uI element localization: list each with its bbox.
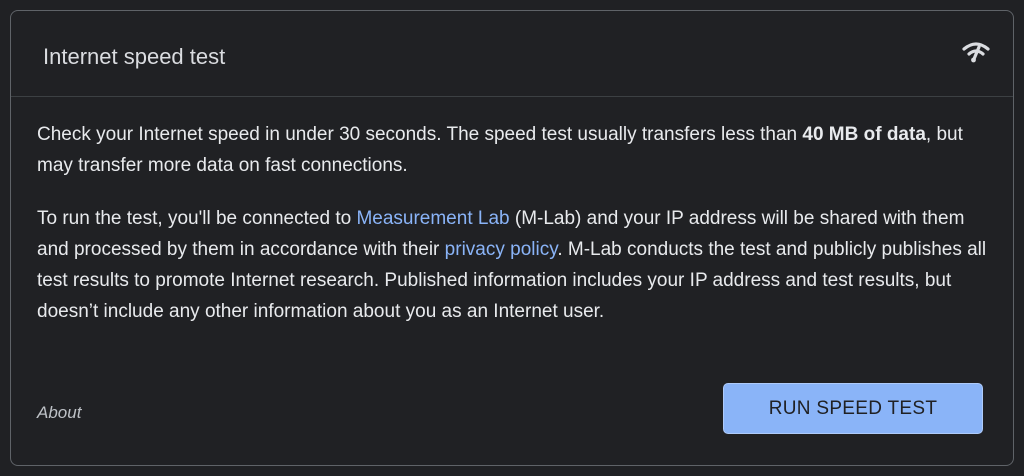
- card-title: Internet speed test: [43, 44, 226, 69]
- description-text-a: Check your Internet speed in under 30 se…: [37, 124, 803, 145]
- card-header: Internet speed test: [11, 11, 1013, 97]
- speed-test-card: Internet speed test Check your Internet …: [10, 10, 1014, 466]
- about-link[interactable]: About: [37, 403, 81, 423]
- measurement-lab-link[interactable]: Measurement Lab: [356, 208, 509, 229]
- description-paragraph: Check your Internet speed in under 30 se…: [37, 119, 997, 181]
- wifi-speed-icon: [962, 42, 990, 63]
- card-body: Check your Internet speed in under 30 se…: [37, 119, 997, 327]
- consent-paragraph: To run the test, you'll be connected to …: [37, 203, 997, 327]
- run-speed-test-button[interactable]: RUN SPEED TEST: [723, 383, 983, 434]
- privacy-policy-link[interactable]: privacy policy: [445, 239, 558, 260]
- consent-text-a: To run the test, you'll be connected to: [37, 208, 357, 229]
- data-amount-bold: 40 MB of data: [802, 124, 926, 145]
